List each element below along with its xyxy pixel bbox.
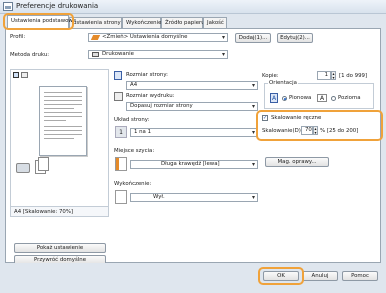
- tab-basic-settings[interactable]: Ustawienia podstawowe: [7, 15, 76, 29]
- preview-caption-bar: A4 [Skalowanie: 70%]: [11, 206, 108, 216]
- landscape-label: Pozioma: [338, 95, 361, 101]
- manual-scaling-checkbox[interactable]: ✓: [262, 115, 268, 121]
- copies-range: [1 do 999]: [339, 73, 368, 79]
- tab-finishing[interactable]: Wykończenie: [122, 17, 161, 28]
- layout-count-icon: 1: [115, 126, 127, 138]
- preview-printer-icon[interactable]: [21, 72, 28, 78]
- window-title: Preferencje drukowania: [16, 2, 99, 10]
- output-method-select[interactable]: Drukowanie: [88, 50, 228, 59]
- printer-small-icon: [92, 52, 99, 57]
- page-layout-select[interactable]: 1 na 1: [130, 128, 258, 137]
- tab-paper-source[interactable]: Źródło papieru: [161, 17, 205, 28]
- show-settings-button[interactable]: Pokaż ustawienie: [14, 243, 106, 253]
- binding-icon: [115, 157, 127, 171]
- title-bar: Preferencje drukowania: [0, 0, 386, 14]
- output-method-value: Drukowanie: [102, 51, 134, 57]
- portrait-label: Pionowa: [289, 95, 312, 101]
- finishing-label: Wykończenie:: [114, 181, 152, 187]
- copies-label: Kopie:: [262, 73, 279, 79]
- page-preview-icon: [39, 86, 87, 156]
- finishing-select[interactable]: Wył.: [130, 193, 258, 202]
- edit-profile-button[interactable]: Edytuj(2)...: [277, 33, 313, 43]
- dialog-footer: OK Anuluj Pomoc: [0, 263, 386, 293]
- add-profile-button[interactable]: Dodaj(1)...: [235, 33, 271, 43]
- output-method-label: Metoda druku:: [10, 52, 50, 58]
- output-size-icon: [114, 92, 123, 101]
- copies-spinner-icon[interactable]: ▴ ▾: [331, 71, 336, 80]
- profile-value: <Zmień> Ustawienia domyślne: [102, 34, 188, 40]
- output-size-label: Rozmiar wydruku:: [126, 93, 175, 99]
- preview-view-icon[interactable]: [13, 72, 19, 78]
- preview-caption: A4 [Skalowanie: 70%]: [14, 209, 74, 215]
- copies-input[interactable]: 1: [317, 71, 331, 80]
- printer-icon: [3, 2, 13, 11]
- profile-label: Profil:: [10, 34, 26, 40]
- landscape-radio[interactable]: [331, 96, 336, 101]
- portrait-radio[interactable]: [282, 96, 287, 101]
- help-button[interactable]: Pomoc: [342, 271, 378, 281]
- orientation-label: Orientacja: [268, 80, 298, 86]
- binding-location-select[interactable]: Długa krawędź [lewa]: [130, 160, 258, 169]
- settings-panel: Profil: <Zmień> Ustawienia domyślne Doda…: [5, 28, 383, 275]
- page-layout-label: Układ strony:: [114, 117, 150, 123]
- tab-strip: Ustawienia podstawowe ustawienia strony …: [5, 14, 381, 29]
- manual-scaling-label: Skalowanie ręczne: [271, 115, 322, 121]
- page-size-icon: [114, 71, 122, 80]
- tab-quality[interactable]: Jakość: [203, 17, 227, 28]
- scaling-field-label: Skalowanie(D):: [262, 128, 303, 134]
- page-size-label: Rozmiar strony:: [126, 72, 168, 78]
- scaling-input[interactable]: 70: [301, 126, 313, 135]
- profile-select[interactable]: <Zmień> Ustawienia domyślne: [88, 33, 228, 42]
- output-size-select[interactable]: Dopasuj rozmiar strony: [126, 102, 258, 111]
- ok-button[interactable]: OK: [263, 271, 299, 281]
- binding-location-label: Miejsce szycia:: [114, 148, 155, 154]
- scaling-range: % [25 do 200]: [320, 128, 359, 134]
- pencil-icon: [90, 35, 101, 40]
- page-size-select[interactable]: A4: [126, 81, 258, 90]
- paper-back-icon: [38, 157, 49, 171]
- finishing-icon: [115, 190, 127, 204]
- tab-page-setup[interactable]: ustawienia strony: [69, 17, 122, 28]
- scaling-spinner-icon[interactable]: ▴ ▾: [313, 126, 318, 135]
- portrait-icon: A: [270, 93, 278, 103]
- binding-margin-button[interactable]: Mag. oprawy...: [265, 157, 329, 167]
- orientation-group: Orientacja A Pionowa A Pozioma: [264, 80, 374, 109]
- cancel-button[interactable]: Anuluj: [302, 271, 338, 281]
- landscape-icon: A: [317, 94, 327, 102]
- preview-area: A4 [Skalowanie: 70%]: [10, 69, 109, 217]
- printer-device-icon: [16, 163, 30, 173]
